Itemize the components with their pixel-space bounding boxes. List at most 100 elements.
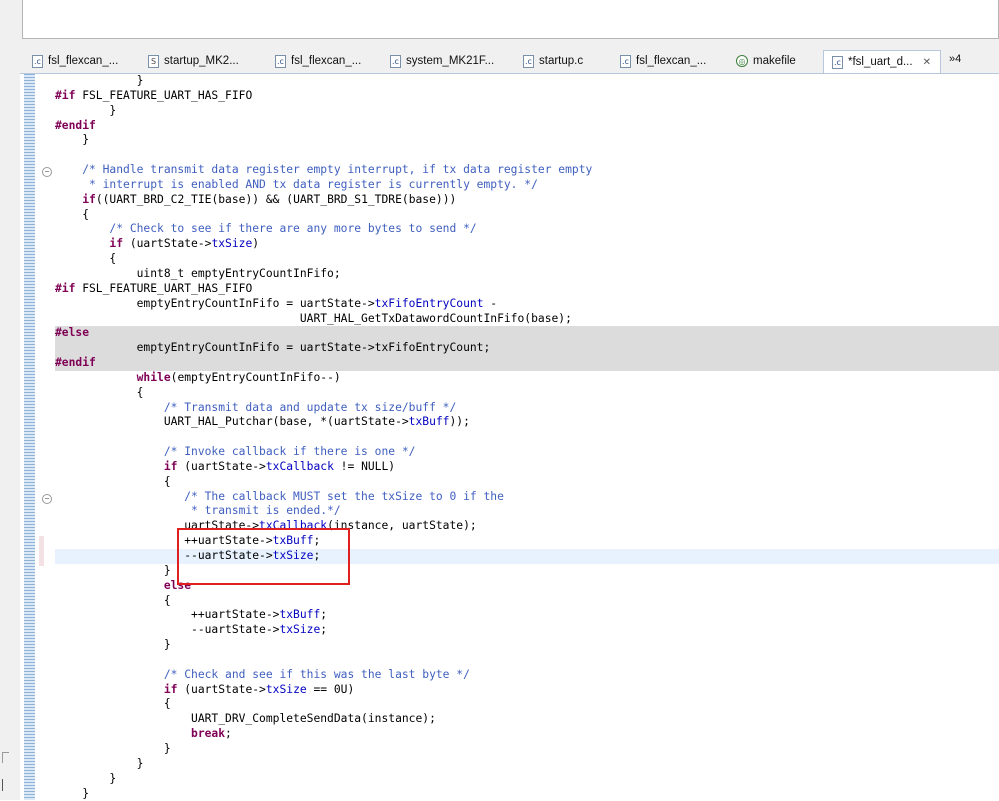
code-line[interactable]: }	[55, 74, 999, 89]
code-line[interactable]: }	[55, 133, 999, 148]
code-token: if	[164, 683, 178, 696]
code-line[interactable]: #if FSL_FEATURE_UART_HAS_FIFO	[55, 89, 999, 104]
tab-fsl-flexcan-3[interactable]: .c fsl_flexcan_...	[612, 50, 727, 72]
c-file-icon: .c	[275, 55, 286, 68]
close-icon[interactable]: ✕	[923, 57, 931, 68]
code-token: emptyEntryCountInFifo = uartState->txFif…	[55, 341, 490, 354]
tab-fsl-flexcan-2[interactable]: .c fsl_flexcan_...	[267, 50, 382, 72]
code-token: #endif	[55, 119, 96, 132]
code-token: txBuff	[409, 415, 450, 428]
code-token: ((UART_BRD_C2_TIE(base)) && (UART_BRD_S1…	[96, 193, 456, 206]
code-line[interactable]: }	[55, 742, 999, 757]
code-token: != NULL)	[334, 460, 395, 473]
c-file-icon: .c	[523, 55, 534, 68]
code-line[interactable]: }	[55, 787, 999, 801]
code-line[interactable]: }	[55, 772, 999, 787]
code-token	[55, 371, 137, 384]
tab-label: *fsl_uart_d...	[848, 56, 913, 68]
code-line[interactable]: /* Transmit data and update tx size/buff…	[55, 401, 999, 416]
code-line[interactable]: #if FSL_FEATURE_UART_HAS_FIFO	[55, 282, 999, 297]
code-token: UART_DRV_CompleteSendData(instance);	[55, 712, 436, 725]
tab-fsl-uart-driver[interactable]: .c *fsl_uart_d... ✕	[823, 50, 941, 73]
code-line[interactable]: if (uartState->txCallback != NULL)	[55, 460, 999, 475]
code-line[interactable]	[55, 430, 999, 445]
editor-tab-bar: .c fsl_flexcan_... S startup_MK2... .c f…	[20, 50, 999, 74]
code-token: {	[55, 475, 171, 488]
code-line[interactable]: if (uartState->txSize)	[55, 237, 999, 252]
code-line[interactable]: UART_DRV_CompleteSendData(instance);	[55, 712, 999, 727]
code-line[interactable]	[55, 653, 999, 668]
code-line[interactable]: ++uartState->txBuff;	[55, 534, 999, 549]
tab-label: fsl_flexcan_...	[291, 55, 361, 67]
code-line[interactable]: emptyEntryCountInFifo = uartState->txFif…	[55, 297, 999, 312]
code-token: }	[55, 787, 89, 800]
code-line[interactable]: #endif	[55, 119, 999, 134]
code-token	[55, 460, 164, 473]
tab-startup-c[interactable]: .c startup.c	[515, 50, 605, 72]
code-line[interactable]: else	[55, 579, 999, 594]
code-token: if	[164, 460, 178, 473]
code-token: txSize	[266, 683, 307, 696]
code-line[interactable]: /* Invoke callback if there is one */	[55, 445, 999, 460]
code-token: #else	[55, 326, 89, 339]
code-line[interactable]: UART_HAL_GetTxDatawordCountInFifo(base);	[55, 312, 999, 327]
code-line[interactable]: {	[55, 697, 999, 712]
code-line[interactable]: if((UART_BRD_C2_TIE(base)) && (UART_BRD_…	[55, 193, 999, 208]
makefile-icon: ◎	[736, 55, 748, 67]
tab-label: system_MK21F...	[406, 55, 494, 67]
code-line[interactable]: }	[55, 757, 999, 772]
code-line[interactable]: /* The callback MUST set the txSize to 0…	[55, 490, 999, 505]
tab-fsl-flexcan-1[interactable]: .c fsl_flexcan_...	[24, 50, 134, 72]
code-token: (uartState->	[177, 460, 265, 473]
code-line[interactable]: {	[55, 252, 999, 267]
code-line[interactable]: /* Check and see if this was the last by…	[55, 668, 999, 683]
code-line[interactable]: UART_HAL_Putchar(base, *(uartState->txBu…	[55, 415, 999, 430]
code-token: }	[55, 742, 171, 755]
code-line[interactable]: --uartState->txSize;	[55, 549, 999, 564]
code-token: * transmit is ended.*/	[55, 504, 341, 517]
code-line[interactable]: #else	[55, 326, 999, 341]
code-line[interactable]: {	[55, 386, 999, 401]
code-line[interactable]: uint8_t emptyEntryCountInFifo;	[55, 267, 999, 282]
code-line[interactable]: break;	[55, 727, 999, 742]
code-line[interactable]: }	[55, 638, 999, 653]
code-token: --uartState->	[55, 623, 279, 636]
code-line[interactable]: #endif	[55, 356, 999, 371]
code-token: /* The callback MUST set the txSize to 0…	[55, 490, 504, 503]
code-token: #endif	[55, 356, 96, 369]
tab-overflow-button[interactable]: »4	[949, 53, 961, 65]
fold-collapse-icon[interactable]: −	[42, 167, 52, 177]
panel-edge-marker	[2, 752, 9, 763]
code-line[interactable]: {	[55, 594, 999, 609]
code-token: #if	[55, 282, 75, 295]
code-token: ));	[449, 415, 469, 428]
code-line[interactable]	[55, 148, 999, 163]
tab-system-mk21f[interactable]: .c system_MK21F...	[382, 50, 504, 72]
code-token: /* Transmit data and update tx size/buff…	[55, 401, 456, 414]
tab-startup-mk2[interactable]: S startup_MK2...	[140, 50, 258, 72]
code-line[interactable]: /* Handle transmit data register empty i…	[55, 163, 999, 178]
code-line[interactable]: }	[55, 564, 999, 579]
code-editor[interactable]: − − }#if FSL_FEATURE_UART_HAS_FIFO }#end…	[20, 74, 999, 800]
code-token: {	[55, 697, 171, 710]
code-line[interactable]: emptyEntryCountInFifo = uartState->txFif…	[55, 341, 999, 356]
code-line[interactable]: }	[55, 104, 999, 119]
tab-makefile[interactable]: ◎ makefile	[728, 50, 818, 72]
code-line[interactable]: --uartState->txSize;	[55, 623, 999, 638]
code-token: /* Handle transmit data register empty i…	[55, 163, 592, 176]
code-token: (uartState->	[123, 237, 211, 250]
code-text-area[interactable]: }#if FSL_FEATURE_UART_HAS_FIFO }#endif }…	[55, 74, 999, 801]
code-line[interactable]: /* Check to see if there are any more by…	[55, 222, 999, 237]
code-line[interactable]: {	[55, 208, 999, 223]
code-line[interactable]: * transmit is ended.*/	[55, 504, 999, 519]
code-line[interactable]: ++uartState->txBuff;	[55, 608, 999, 623]
code-line[interactable]: if (uartState->txSize == 0U)	[55, 683, 999, 698]
fold-collapse-icon[interactable]: −	[42, 494, 52, 504]
code-token: (uartState->	[177, 683, 265, 696]
code-line[interactable]: {	[55, 475, 999, 490]
code-line[interactable]: uartState->txCallback(instance, uartStat…	[55, 519, 999, 534]
code-token	[55, 237, 109, 250]
code-token: * interrupt is enabled AND tx data regis…	[55, 178, 538, 191]
code-line[interactable]: * interrupt is enabled AND tx data regis…	[55, 178, 999, 193]
code-line[interactable]: while(emptyEntryCountInFifo--)	[55, 371, 999, 386]
